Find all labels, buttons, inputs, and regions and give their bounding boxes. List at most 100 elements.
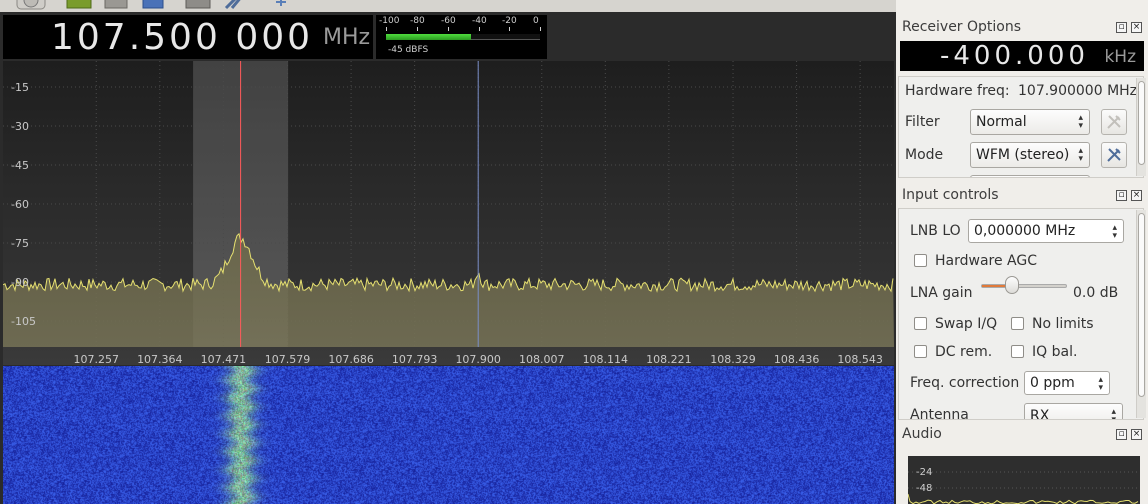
input-controls-scrollbar[interactable] [1136, 210, 1146, 418]
x-tick-label: 107.793 [392, 353, 438, 365]
y-tick-label: -15 [11, 81, 29, 94]
offset-digits[interactable]: -400.000 [940, 41, 1089, 71]
x-tick-label: 107.364 [137, 353, 183, 365]
device-icon[interactable] [64, 0, 94, 10]
meter-scale-label: -80 [410, 16, 425, 26]
frequency-display[interactable]: 107.500 000 MHz [3, 15, 373, 59]
filter-select[interactable]: Normal ▴ ▾ [970, 109, 1090, 135]
scrollbar-thumb[interactable] [1138, 81, 1145, 165]
spin-arrows-icon: ▴ ▾ [1078, 146, 1083, 164]
meter-bar-track [386, 34, 540, 40]
x-tick-label: 108.007 [519, 353, 565, 365]
audio-y-tick-label: -48 [916, 483, 932, 494]
power-icon[interactable] [16, 0, 46, 10]
open-icon[interactable] [101, 0, 131, 10]
hardware-freq-value: 107.900000 MHz [1018, 83, 1138, 99]
audio-fft-plot[interactable]: -24-48 [908, 456, 1140, 504]
x-tick-label: 108.436 [774, 353, 820, 365]
spin-arrows-icon: ▴ ▾ [1078, 113, 1083, 131]
wrench-icon [1107, 115, 1121, 129]
x-tick-label: 107.686 [328, 353, 374, 365]
no-limits-label: No limits [1032, 316, 1094, 332]
lnb-lo-label: LNB LO [910, 223, 961, 239]
audio-plot-background [908, 456, 1140, 504]
lna-gain-value: 0.0 dB [1073, 285, 1119, 301]
mode-select[interactable]: WFM (stereo) ▴ ▾ [970, 142, 1090, 168]
dc-rem-label: DC rem. [935, 344, 993, 360]
freq-correction-value: 0 ppm [1030, 375, 1075, 391]
filter-select-value: Normal [976, 114, 1027, 130]
spin-arrows-icon: ▴ ▾ [1111, 407, 1116, 420]
iq-bal-checkbox[interactable] [1011, 345, 1024, 358]
meter-level-label: -45 dBFS [388, 45, 429, 55]
close-icon[interactable]: × [1131, 22, 1142, 33]
meter-scale-label: 0 [533, 16, 539, 26]
hardware-agc-label: Hardware AGC [935, 253, 1037, 269]
y-tick-label: -45 [11, 159, 29, 172]
swap-iq-checkbox[interactable] [914, 317, 927, 330]
y-tick-label: -105 [11, 315, 36, 328]
swap-iq-label: Swap I/Q [935, 316, 998, 332]
float-icon[interactable]: ▫ [1116, 190, 1127, 201]
spin-arrows-icon: ▴ ▾ [1098, 375, 1103, 393]
receiver-options-scrollbar[interactable] [1136, 78, 1146, 176]
no-limits-checkbox[interactable] [1011, 317, 1024, 330]
input-controls-panel: LNB LO 0,000000 MHz ▴ ▾ Hardware AGC LNA … [898, 208, 1144, 420]
print-icon[interactable] [183, 0, 213, 10]
meter-level-bar [386, 34, 471, 40]
main-area: 107.500 000 MHz -100 -80 -60 -40 -20 0 -… [0, 0, 896, 504]
receiver-options-title: Receiver Options [902, 19, 1022, 35]
y-tick-label: -60 [11, 198, 29, 211]
hidden-select[interactable] [970, 175, 1090, 177]
input-controls-title: Input controls [902, 187, 999, 203]
frequency-unit: MHz [323, 25, 371, 50]
frequency-digits[interactable]: 107.500 000 [51, 17, 313, 58]
hardware-freq-label: Hardware freq: [905, 83, 1010, 99]
x-tick-label: 107.900 [455, 353, 501, 365]
freq-correction-spinbox[interactable]: 0 ppm ▴ ▾ [1024, 371, 1110, 395]
scrollbar-thumb[interactable] [1138, 213, 1145, 397]
dc-rem-checkbox[interactable] [914, 345, 927, 358]
spin-arrows-icon: ▴ ▾ [1112, 223, 1117, 241]
x-tick-label: 108.114 [583, 353, 629, 365]
freq-correction-label: Freq. correction [910, 375, 1020, 391]
lnb-lo-value: 0,000000 MHz [974, 223, 1076, 239]
y-tick-label: -90 [11, 276, 29, 289]
x-tick-label: 108.543 [837, 353, 883, 365]
filter-options-button[interactable] [1101, 109, 1127, 135]
float-icon[interactable]: ▫ [1116, 429, 1127, 440]
y-tick-label: -75 [11, 237, 29, 250]
receiver-options-dock-buttons: ▫ × [1116, 22, 1144, 34]
close-icon[interactable]: × [1131, 429, 1142, 440]
audio-dock-buttons: ▫ × [1116, 429, 1144, 441]
lna-gain-slider[interactable] [981, 284, 1067, 288]
x-tick-label: 107.579 [265, 353, 311, 365]
antenna-select[interactable]: RX ▴ ▾ [1024, 403, 1123, 420]
lna-gain-slider-handle[interactable] [1004, 276, 1019, 294]
float-icon[interactable]: ▫ [1116, 22, 1127, 33]
y-tick-label: -30 [11, 120, 29, 133]
mode-select-value: WFM (stereo) [976, 147, 1070, 163]
close-icon[interactable]: × [1131, 190, 1142, 201]
pan-icon[interactable] [266, 0, 296, 10]
meter-scale-label: -60 [441, 16, 456, 26]
signal-meter: -100 -80 -60 -40 -20 0 -45 dBFS [376, 15, 547, 59]
save-icon[interactable] [138, 0, 168, 10]
tools-icon[interactable] [220, 0, 250, 10]
audio-y-tick-label: -24 [916, 467, 932, 478]
spectrum-plot[interactable]: -15 -30 -45 -60 -75 -90 -105 107.257 107.364 107.… [3, 61, 894, 365]
lnb-lo-spinbox[interactable]: 0,000000 MHz ▴ ▾ [968, 219, 1124, 243]
meter-scale-label: -20 [502, 16, 517, 26]
receiver-options-panel: Hardware freq: 107.900000 MHz Filter Nor… [898, 76, 1144, 178]
lna-gain-label: LNA gain [910, 285, 973, 301]
input-controls-dock-buttons: ▫ × [1116, 190, 1144, 202]
right-dock: Receiver Options ▫ × -400.000 kHz Hardwa… [896, 0, 1148, 504]
toolbar [0, 0, 896, 12]
offset-display[interactable]: -400.000 kHz [900, 41, 1144, 71]
meter-scale-label: -100 [379, 16, 400, 26]
mode-options-button[interactable] [1101, 142, 1127, 168]
hardware-agc-checkbox[interactable] [914, 254, 927, 267]
x-tick-label: 108.329 [710, 353, 756, 365]
waterfall-plot[interactable] [3, 366, 894, 504]
x-tick-label: 108.221 [646, 353, 692, 365]
